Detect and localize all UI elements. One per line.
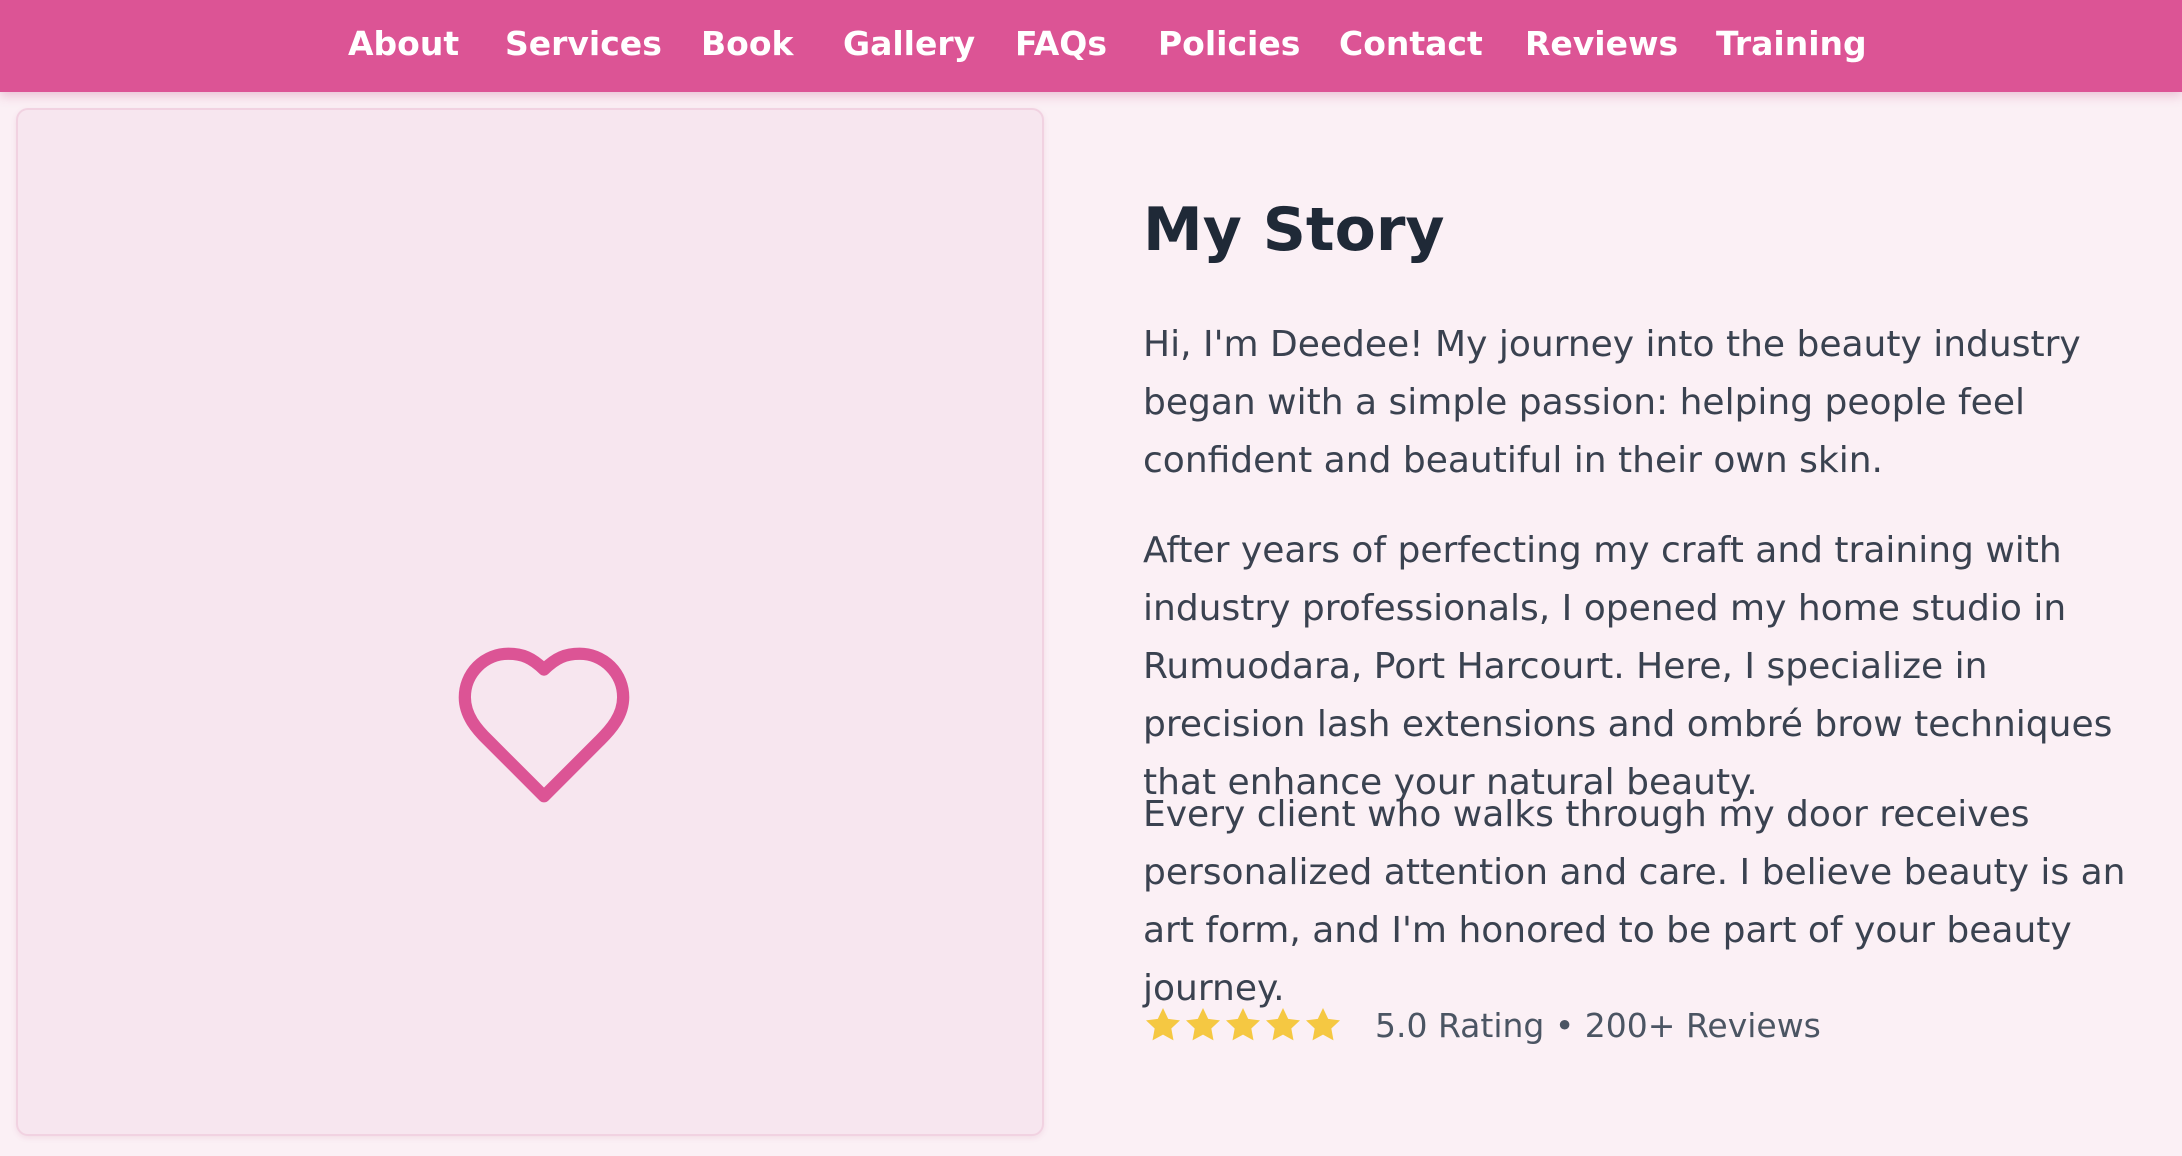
story-paragraph: Every client who walks through my door r… [1143, 794, 2126, 1009]
story-paragraph: After years of perfecting my craft and t… [1143, 530, 2113, 803]
story-title: My Story [1143, 195, 1445, 265]
rating-text: 5.0 Rating • 200+ Reviews [1375, 1005, 1821, 1045]
main-nav: About Services Book Gallery FAQs Policie… [0, 0, 2182, 92]
nav-link-book[interactable]: Book [701, 0, 793, 88]
nav-link-about[interactable]: About [348, 0, 459, 88]
star-icon [1306, 1008, 1340, 1041]
my-story-section: My Story Hi, I'm Deedee! My journey into… [1143, 180, 2163, 1045]
story-image-placeholder [16, 108, 1044, 1136]
nav-link-faqs[interactable]: FAQs [1015, 0, 1107, 88]
nav-link-contact[interactable]: Contact [1339, 0, 1483, 88]
star-icon [1226, 1008, 1260, 1041]
nav-link-training[interactable]: Training [1716, 0, 1867, 88]
rating-summary: 5.0 Rating • 200+ Reviews [1143, 1000, 1821, 1050]
star-icon [1266, 1008, 1300, 1041]
story-paragraph: Hi, I'm Deedee! My journey into the beau… [1143, 324, 2081, 481]
nav-link-reviews[interactable]: Reviews [1525, 0, 1678, 88]
nav-link-policies[interactable]: Policies [1158, 0, 1300, 88]
nav-link-gallery[interactable]: Gallery [843, 0, 975, 88]
star-icon [1186, 1008, 1220, 1041]
nav-link-services[interactable]: Services [505, 0, 662, 88]
star-icon [1146, 1008, 1180, 1041]
heart-icon [458, 647, 630, 803]
